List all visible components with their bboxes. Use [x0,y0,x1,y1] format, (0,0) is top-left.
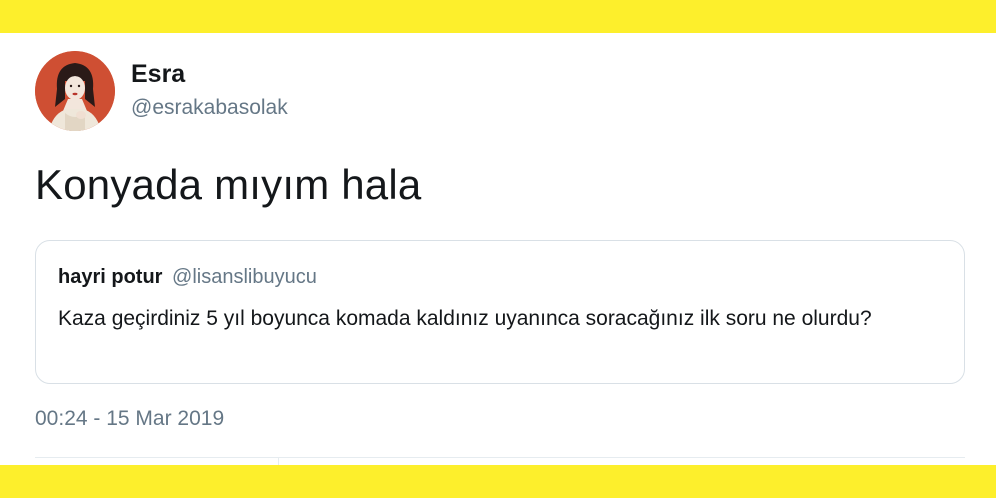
avatar-illustration-icon [35,51,115,131]
tweet-card: Esra @esrakabasolak Konyada mıyım hala h… [0,33,996,466]
quoted-tweet-text: Kaza geçirdiniz 5 yıl boyunca komada kal… [58,307,872,330]
author-handle[interactable]: @esrakabasolak [131,96,288,120]
quoted-tweet-header: hayri potur @lisanslibuyucu [58,266,317,289]
author-avatar[interactable] [35,51,115,131]
stats-divider [35,457,965,458]
quoted-author-name: hayri potur [58,266,163,288]
tweet-text: Konyada mıyım hala [35,161,422,208]
bottom-yellow-band [0,465,996,498]
author-name[interactable]: Esra [131,60,185,89]
tweet-timestamp[interactable]: 00:24 - 15 Mar 2019 [35,407,224,431]
quoted-tweet[interactable]: hayri potur @lisanslibuyucu Kaza geçirdi… [35,240,965,384]
quoted-author-handle: @lisanslibuyucu [172,266,317,288]
top-yellow-band [0,0,996,33]
